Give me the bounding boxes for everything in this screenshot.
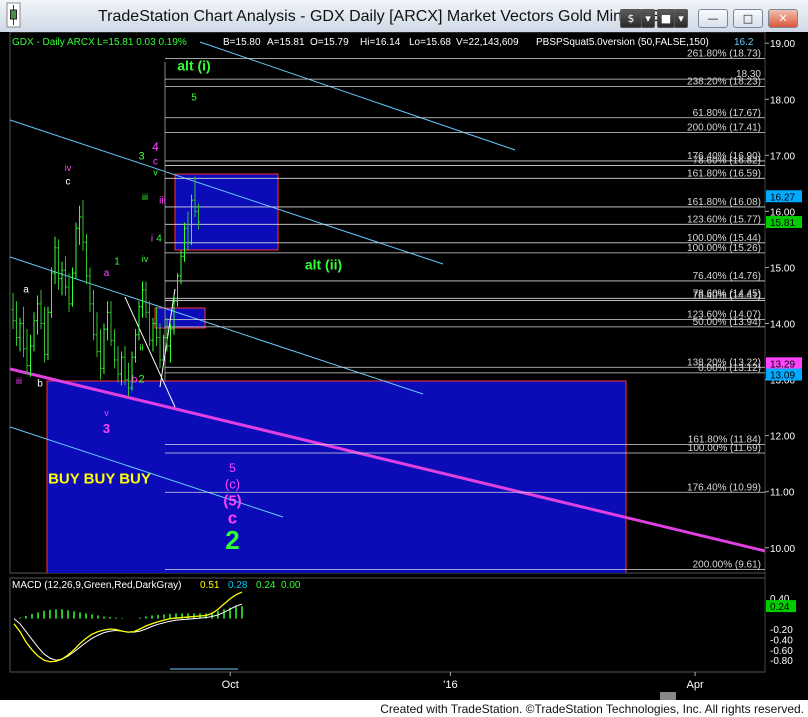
fib-label: 123.60% (15.77) bbox=[687, 214, 761, 225]
wave-label: 2 bbox=[225, 525, 239, 555]
alt-target-box[interactable] bbox=[174, 173, 279, 251]
header-right-value: 16.2 bbox=[734, 37, 754, 48]
tradestation-logo-icon bbox=[6, 2, 21, 28]
fib-label: 176.40% (10.99) bbox=[687, 482, 761, 493]
copyright-text: Created with TradeStation. ©TradeStation… bbox=[380, 702, 804, 716]
macd-zero-value: 0.00 bbox=[281, 580, 301, 591]
macd-tick-label: -0.40 bbox=[770, 635, 793, 646]
wave-label: v bbox=[104, 408, 109, 418]
wave-label: iii bbox=[142, 192, 148, 202]
header-ask: A=15.81 bbox=[267, 37, 305, 48]
close-button[interactable]: ✕ bbox=[768, 9, 798, 28]
time-tick-label: Oct bbox=[222, 679, 239, 691]
wave-label: b bbox=[132, 374, 138, 385]
price-tick-label: 17.00 bbox=[770, 151, 795, 162]
header-high: Hi=16.14 bbox=[360, 37, 401, 48]
wave-label: alt (ii) bbox=[305, 257, 342, 273]
macd-value: 0.51 bbox=[200, 580, 220, 591]
small-support-box[interactable] bbox=[154, 307, 206, 329]
wave-label: iv bbox=[65, 163, 72, 173]
wave-label: 3 bbox=[103, 421, 110, 436]
wave-label: 4 bbox=[156, 234, 162, 245]
macd-signal-value: 0.28 bbox=[228, 580, 248, 591]
wave-label: ii bbox=[140, 342, 144, 352]
symbol-link-button[interactable]: $ bbox=[620, 9, 642, 28]
price-tick-label: 12.00 bbox=[770, 432, 795, 443]
wave-label: (c) bbox=[225, 476, 240, 491]
price-value-text: 15.81 bbox=[770, 218, 795, 229]
footer-bar: Created with TradeStation. ©TradeStation… bbox=[0, 700, 808, 717]
window-title: TradeStation Chart Analysis - GDX Daily … bbox=[98, 8, 670, 25]
wave-label: v bbox=[153, 168, 158, 178]
fib-label: 161.80% (16.59) bbox=[687, 168, 761, 179]
wave-label: 1 bbox=[114, 257, 120, 268]
fib-label: 76.40% (14.76) bbox=[693, 271, 761, 282]
price-tick-label: 10.00 bbox=[770, 544, 795, 555]
fib-label: 100.00% (11.69) bbox=[688, 443, 761, 454]
fib-label: 0.00% (13.12) bbox=[698, 363, 761, 374]
tradestation-window: TradeStation Chart Analysis - GDX Daily … bbox=[0, 0, 808, 717]
macd-hist-value: 0.24 bbox=[256, 580, 276, 591]
header-symbol: GDX - Daily ARCX bbox=[12, 37, 95, 48]
price-tick-label: 14.00 bbox=[770, 320, 795, 331]
fib-label: 200.00% (17.41) bbox=[687, 122, 761, 133]
price-tick-label: 11.00 bbox=[770, 488, 795, 499]
grid-link-dropdown[interactable]: ▾ bbox=[674, 9, 688, 28]
fib-label: 76.40% (14.41) bbox=[693, 291, 761, 302]
price-value-text: 16.27 bbox=[770, 192, 795, 203]
fib-label: 161.80% (16.08) bbox=[687, 197, 761, 208]
price-tick-label: 19.00 bbox=[770, 39, 795, 50]
time-tick-label: Apr bbox=[687, 679, 704, 691]
header-last-quote: L=15.81 0.03 0.19% bbox=[97, 37, 187, 48]
title-bar: TradeStation Chart Analysis - GDX Daily … bbox=[0, 0, 808, 33]
macd-tick-label: -0.80 bbox=[770, 656, 793, 667]
wave-label: BUY BUY BUY bbox=[48, 470, 151, 487]
wave-label: 5 bbox=[229, 461, 236, 475]
wave-label: a bbox=[23, 285, 29, 296]
time-tick-label: '16 bbox=[443, 679, 457, 691]
wave-label: 2 bbox=[138, 373, 144, 385]
wave-label: (5) bbox=[223, 493, 241, 510]
macd-value-text: 0.24 bbox=[770, 602, 790, 613]
wave-label: 5 bbox=[191, 92, 197, 103]
header-indicator: PBSPSquat5.0version (50,FALSE,150) bbox=[536, 37, 709, 48]
header-open: O=15.79 bbox=[310, 37, 349, 48]
wave-label: iii bbox=[16, 376, 22, 386]
macd-tick-label: -0.60 bbox=[770, 646, 793, 657]
wave-label: iv bbox=[142, 254, 149, 264]
macd-axis: 0.40-0.20-0.40-0.60-0.800.24 bbox=[766, 594, 796, 667]
header-volume: V=22,143,609 bbox=[456, 37, 519, 48]
fib-label: 100.00% (15.26) bbox=[687, 243, 761, 254]
wave-label: 4 bbox=[152, 140, 159, 154]
price-value-text: 13.09 bbox=[770, 371, 795, 382]
wave-label: c bbox=[153, 156, 158, 167]
grid-link-button[interactable]: ■ bbox=[657, 9, 675, 28]
fib-label: 50.00% (13.94) bbox=[693, 317, 761, 328]
wave-label: i bbox=[151, 234, 153, 245]
fib-label: 18.30 bbox=[736, 69, 761, 80]
fib-label: 200.00% (9.61) bbox=[693, 560, 761, 571]
wave-label: b bbox=[37, 378, 43, 389]
maximize-button[interactable]: □ bbox=[733, 9, 763, 28]
fib-label: 261.80% (18.73) bbox=[687, 48, 761, 59]
wave-label: iii bbox=[159, 196, 166, 207]
price-tick-label: 15.00 bbox=[770, 263, 795, 274]
wave-label: c bbox=[66, 176, 71, 187]
fib-label: 78.60% (16.82) bbox=[693, 155, 761, 166]
minimize-button[interactable]: — bbox=[698, 9, 728, 28]
fib-label: 61.80% (17.67) bbox=[693, 108, 761, 119]
price-tick-label: 18.00 bbox=[770, 95, 795, 106]
price-chart[interactable]: GDX - Daily ARCX L=15.81 0.03 0.19% B=15… bbox=[0, 32, 808, 700]
macd-tick-label: -0.20 bbox=[770, 625, 793, 636]
symbol-link-dropdown[interactable]: ▾ bbox=[641, 9, 655, 28]
wave-label: 3 bbox=[138, 150, 144, 162]
wave-label: a bbox=[104, 268, 110, 279]
scroll-thumb[interactable] bbox=[660, 692, 676, 700]
wave-label: alt (i) bbox=[177, 58, 210, 74]
header-low: Lo=15.68 bbox=[409, 37, 451, 48]
macd-title: MACD (12,26,9,Green,Red,DarkGray) bbox=[12, 580, 182, 591]
header-bid: B=15.80 bbox=[223, 37, 261, 48]
